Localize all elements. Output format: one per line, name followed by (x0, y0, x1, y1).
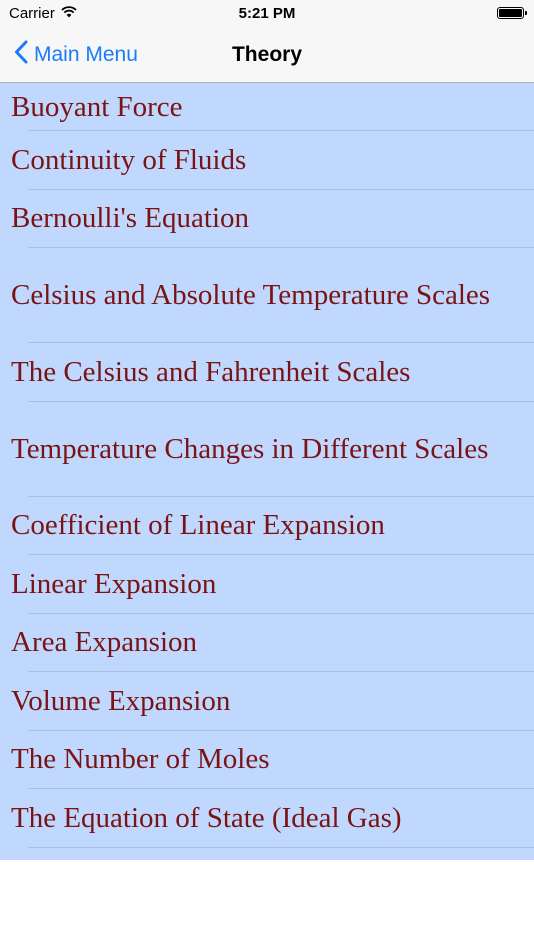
list-item-label: Area Expansion (11, 626, 198, 659)
battery-icon (497, 7, 527, 19)
list-item-label: The Number of Moles (11, 743, 270, 776)
list-item-label: Celsius and Absolute Temperature Scales (11, 279, 491, 311)
list-item-number-of-moles[interactable]: The Number of Moles (0, 731, 534, 790)
theory-list: Buoyant Force Continuity of Fluids Berno… (0, 83, 534, 860)
list-item-temperature-changes[interactable]: Temperature Changes in Different Scales (0, 402, 534, 497)
list-item-coefficient-linear-expansion[interactable]: Coefficient of Linear Expansion (0, 497, 534, 556)
list-item-label: Continuity of Fluids (11, 143, 247, 176)
list-item-label: Volume Expansion (11, 684, 231, 717)
status-time: 5:21 PM (238, 5, 296, 22)
list-item-buoyant-force[interactable]: Buoyant Force (0, 83, 534, 131)
back-button-label: Main Menu (34, 43, 138, 66)
list-item-celsius-absolute-scales[interactable]: Celsius and Absolute Temperature Scales (0, 248, 534, 343)
list-item-label: Bernoulli's Equation (11, 202, 250, 235)
list-item-label: Temperature Changes in Different Scales (11, 432, 489, 465)
list-item-linear-expansion[interactable]: Linear Expansion (0, 555, 534, 614)
list-item-label: Linear Expansion (11, 567, 217, 600)
list-item-area-expansion[interactable]: Area Expansion (0, 614, 534, 673)
list-item-label: The Celsius and Fahrenheit Scales (11, 355, 411, 388)
list-item-bernoullis-equation[interactable]: Bernoulli's Equation (0, 190, 534, 249)
chevron-left-icon (14, 40, 28, 70)
list-item-equation-of-state[interactable]: The Equation of State (Ideal Gas) (0, 789, 534, 848)
list-item-label: The Equation of State (Ideal Gas) (11, 801, 402, 834)
back-button[interactable]: Main Menu (14, 28, 138, 82)
list-item-volume-expansion[interactable]: Volume Expansion (0, 672, 534, 731)
list-item-label: Buoyant Force (11, 90, 183, 123)
list-item-label: Coefficient of Linear Expansion (11, 509, 385, 542)
list-item-continuity-of-fluids[interactable]: Continuity of Fluids (0, 131, 534, 190)
list-item-celsius-fahrenheit-scales[interactable]: The Celsius and Fahrenheit Scales (0, 343, 534, 402)
navigation-bar: Main Menu Theory (0, 28, 534, 83)
status-bar: Carrier 5:21 PM (0, 0, 534, 28)
